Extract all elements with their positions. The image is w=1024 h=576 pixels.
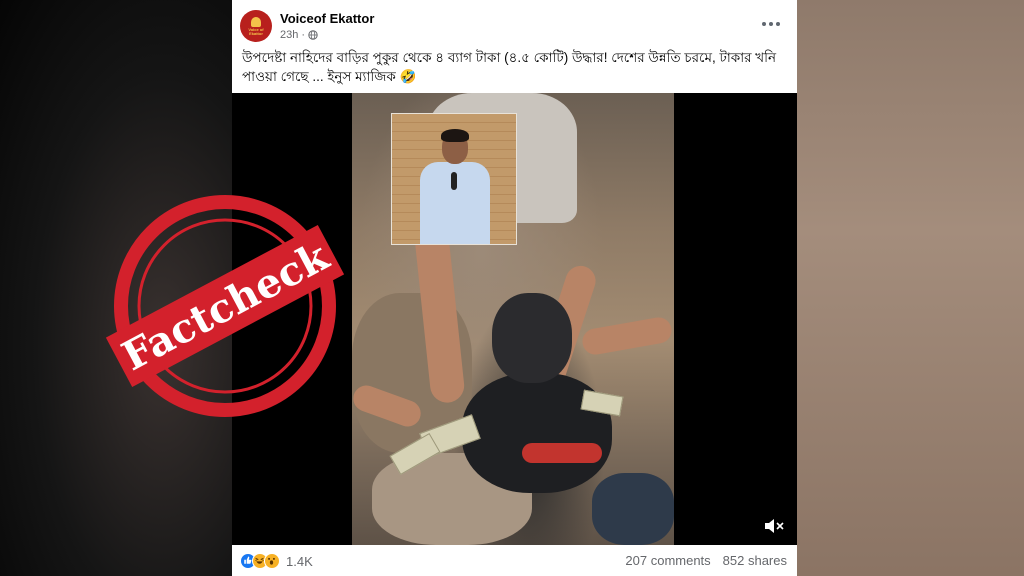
page-avatar[interactable]: Voice of Ekattor <box>240 10 272 42</box>
dot-icon <box>776 22 780 26</box>
microphone-icon <box>451 172 457 190</box>
post-stats: 207 comments 852 shares <box>625 553 787 568</box>
avatar-logo-line-2: Ekattor <box>249 30 263 36</box>
post-footer: 1.4K 207 comments 852 shares <box>232 545 797 576</box>
page-name-link[interactable]: Voiceof Ekattor <box>280 11 374 26</box>
factcheck-stamp: Factcheck <box>105 195 345 417</box>
background-right <box>797 0 1024 576</box>
post-caption: উপদেষ্টা নাহিদের বাড়ির পুকুর থেকে ৪ ব্য… <box>242 50 777 84</box>
shares-count-link[interactable]: 852 shares <box>723 553 787 568</box>
post-meta: 23h · <box>280 29 318 41</box>
red-strap <box>522 443 602 463</box>
reactions-summary[interactable]: 1.4K <box>240 553 313 569</box>
globe-icon <box>308 30 318 40</box>
speaker-inset-image <box>391 113 517 245</box>
logo-mark-icon <box>251 16 261 27</box>
dot-icon <box>762 22 766 26</box>
arm <box>580 315 674 357</box>
factcheck-stamp-text: Factcheck <box>114 232 337 380</box>
mute-icon[interactable] <box>763 517 785 535</box>
comments-count-link[interactable]: 207 comments <box>625 553 710 568</box>
meta-separator: · <box>301 29 306 41</box>
more-options-button[interactable] <box>759 14 783 34</box>
speaker-hair <box>441 129 469 142</box>
dot-icon <box>769 22 773 26</box>
person-pants <box>592 473 674 545</box>
post-header: Voice of Ekattor Voiceof Ekattor 23h · <box>232 0 797 46</box>
wow-icon <box>264 553 280 569</box>
post-timestamp[interactable]: 23h <box>280 29 298 41</box>
black-bag <box>492 293 572 383</box>
reaction-count: 1.4K <box>286 553 313 569</box>
